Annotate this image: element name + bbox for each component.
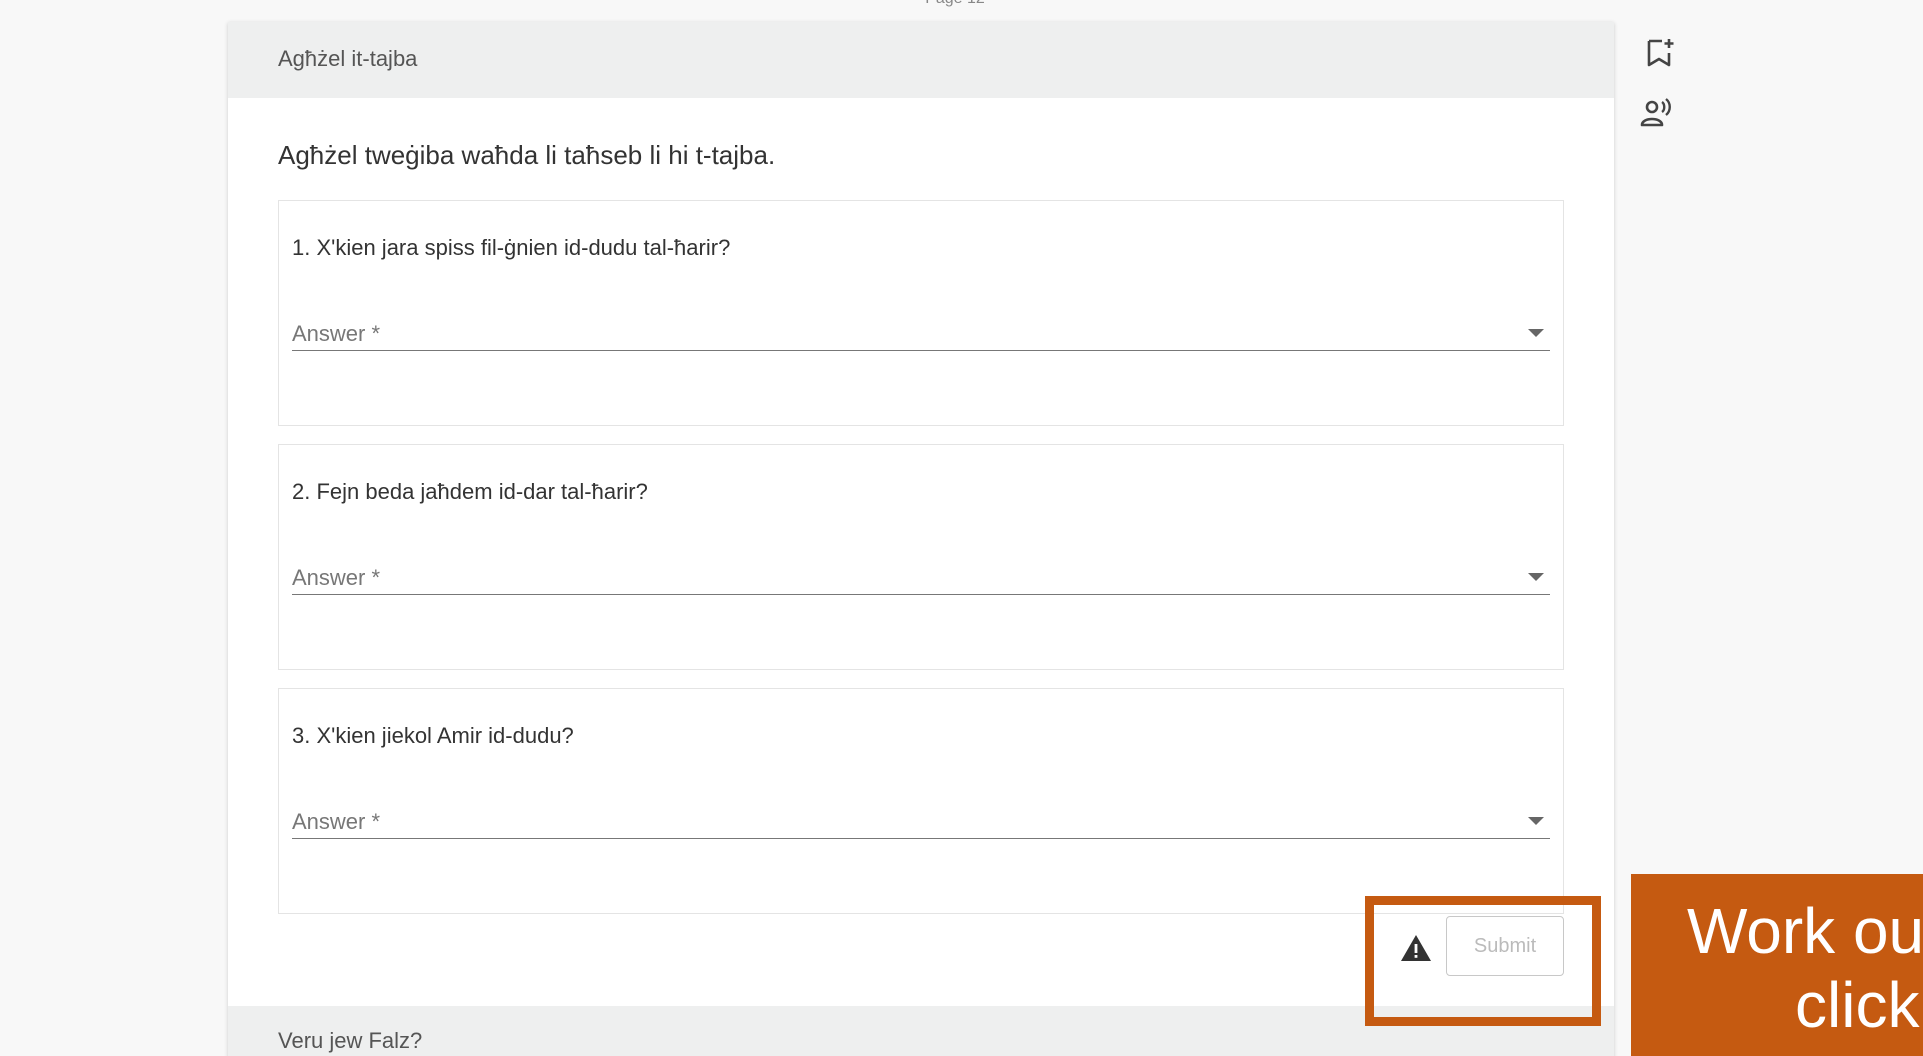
answer-placeholder: Answer * [292,809,381,834]
dropdown-arrow-icon [1528,573,1544,581]
callout-text-line-1: Work ou [1687,895,1923,967]
card-header-title: Agħżel it-tajba [278,46,418,71]
question-item: 1. X'kien jara spiss fil-ġnien id-dudu t… [278,200,1564,426]
question-text: 3. X'kien jiekol Amir id-dudu? [292,723,574,748]
answer-placeholder: Answer * [292,565,381,590]
question-item: 3. X'kien jiekol Amir id-dudu? Answer * [278,688,1564,914]
instruction-callout: Work ou click [1631,874,1923,1056]
card-header: Agħżel it-tajba [228,22,1614,98]
answer-dropdown[interactable]: Answer * [292,301,1550,351]
dropdown-arrow-icon [1528,817,1544,825]
question-text: 1. X'kien jara spiss fil-ġnien id-dudu t… [292,235,731,260]
callout-text-line-2: click [1795,969,1920,1041]
submit-button[interactable]: Submit [1446,916,1564,976]
answer-placeholder: Answer * [292,321,381,346]
submit-area: Submit [1366,896,1564,998]
bookmark-add-icon[interactable] [1643,36,1677,70]
instructions-text: Agħżel tweġiba waħda li taħseb li hi t-t… [278,140,776,170]
answer-dropdown[interactable]: Answer * [292,545,1550,595]
answer-dropdown[interactable]: Answer * [292,789,1550,839]
card-footer: Veru jew Falz? [228,1006,1614,1056]
question-item: 2. Fejn beda jaħdem id-dar tal-ħarir? An… [278,444,1564,670]
next-section-title: Veru jew Falz? [278,1028,423,1053]
warning-icon [1401,935,1431,961]
question-text: 2. Fejn beda jaħdem id-dar tal-ħarir? [292,479,648,504]
page-number-label: Page 12 [900,0,1010,8]
dropdown-arrow-icon [1528,329,1544,337]
read-aloud-icon[interactable] [1640,96,1674,130]
question-card: Agħżel it-tajba Agħżel tweġiba waħda li … [228,22,1614,1056]
